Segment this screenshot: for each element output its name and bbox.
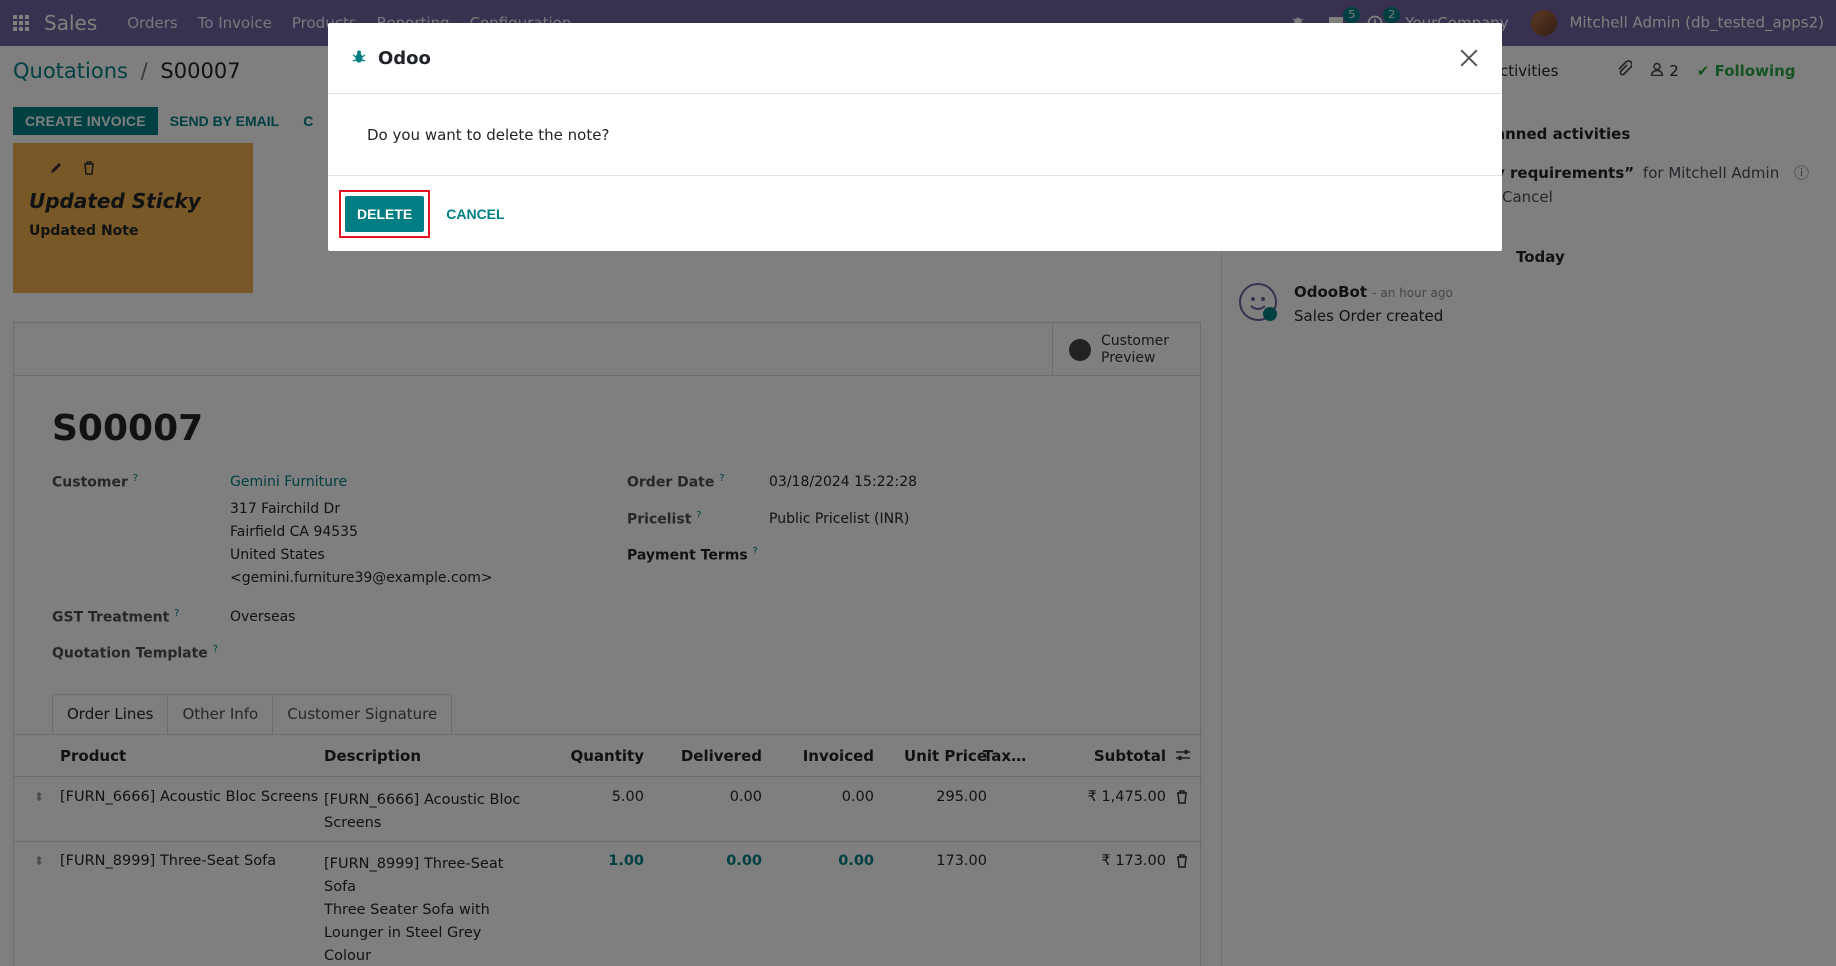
dialog-message: Do you want to delete the note? — [367, 125, 610, 144]
delete-button-highlight: DELETE — [339, 189, 431, 238]
dialog-body: Do you want to delete the note? — [328, 94, 1502, 176]
bug-icon — [352, 49, 366, 68]
cancel-button[interactable]: CANCEL — [436, 196, 514, 232]
delete-note-dialog: Odoo Do you want to delete the note? DEL… — [328, 23, 1502, 251]
dialog-header: Odoo — [328, 23, 1502, 94]
delete-button[interactable]: DELETE — [345, 195, 425, 232]
close-icon[interactable] — [1460, 49, 1478, 67]
dialog-title: Odoo — [378, 47, 431, 69]
dialog-footer: DELETE CANCEL — [328, 176, 1502, 251]
